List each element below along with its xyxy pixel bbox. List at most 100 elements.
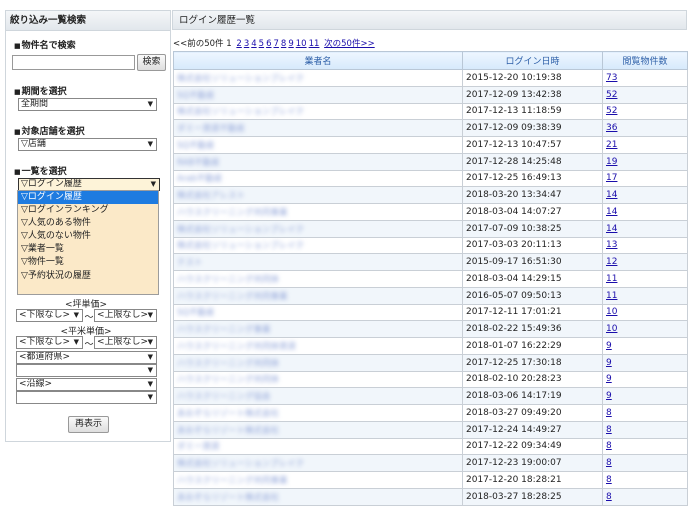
page-title: ログイン履歴一覧 — [172, 10, 687, 30]
viewed-count-cell: 10 — [602, 303, 688, 322]
login-datetime-cell: 2018-03-04 14:07:27 — [462, 203, 603, 221]
viewed-count-cell: 11 — [602, 270, 688, 288]
dropdown-option-unpopular-properties[interactable]: ▽人気のない物件 — [18, 230, 158, 243]
vendor-cell: ダミー賃貸不動産 — [173, 119, 463, 137]
viewed-count-link[interactable]: 52 — [606, 90, 617, 100]
dropdown-option-login-ranking[interactable]: ▽ログインランキング — [18, 204, 158, 217]
pager-page-link[interactable]: 7 — [274, 39, 279, 49]
heibei-upper-select[interactable]: <上限なし> ▼ — [94, 336, 157, 349]
vendor-name: SQ不動産 — [177, 308, 215, 319]
store-select-value: ▽店舗 — [21, 139, 46, 149]
viewed-count-link[interactable]: 17 — [606, 173, 617, 183]
search-button[interactable]: 検索 — [137, 54, 166, 71]
viewed-count-link[interactable]: 21 — [606, 140, 617, 150]
viewed-count-link[interactable]: 8 — [606, 408, 612, 418]
chevron-down-icon: ▼ — [147, 366, 153, 374]
viewed-count-link[interactable]: 73 — [606, 73, 617, 83]
vendor-cell: ハウスクリーニング事業 — [173, 320, 463, 338]
vendor-cell: ハウスクリーニング共同体賃貸 — [173, 337, 463, 355]
railway-line-select-value: <沿線> — [19, 379, 53, 389]
viewed-count-link[interactable]: 10 — [606, 324, 617, 334]
pager-page-link[interactable]: 8 — [281, 39, 286, 49]
railway-line-select[interactable]: <沿線> ▼ — [16, 378, 157, 391]
table-row: SQ不動産 2017-12-09 13:42:38 52 — [173, 85, 688, 104]
vendor-name: 株式会社ソリューションブレイク — [177, 241, 304, 252]
store-select[interactable]: ▽店舗 ▼ — [18, 138, 157, 151]
column-header-login-datetime[interactable]: ログイン日時 — [462, 51, 603, 70]
tsubo-lower-select[interactable]: <下限なし> ▼ — [16, 309, 83, 322]
viewed-count-link[interactable]: 8 — [606, 458, 612, 468]
table-row: 株式会社ソリューションブレイク 2015-12-20 10:19:38 73 — [173, 69, 688, 87]
tsubo-upper-select[interactable]: <上限なし> ▼ — [94, 309, 157, 322]
vendor-name: 株式会社ソリューションブレイク — [177, 107, 304, 118]
viewed-count-cell: 52 — [602, 102, 688, 121]
refresh-button[interactable]: 再表示 — [68, 416, 109, 433]
prefecture-select[interactable]: <都道府県> ▼ — [16, 351, 157, 364]
viewed-count-cell: 8 — [602, 487, 688, 506]
heibei-lower-select[interactable]: <下限なし> ▼ — [16, 336, 83, 349]
viewed-count-link[interactable]: 36 — [606, 123, 617, 133]
viewed-count-link[interactable]: 8 — [606, 425, 612, 435]
station-select[interactable]: ▼ — [16, 391, 157, 404]
dropdown-option-property-list[interactable]: ▽物件一覧 — [18, 256, 158, 269]
viewed-count-link[interactable]: 19 — [606, 157, 617, 167]
viewed-count-link[interactable]: 14 — [606, 190, 617, 200]
viewed-count-link[interactable]: 11 — [606, 274, 617, 284]
chevron-down-icon: ▼ — [147, 140, 153, 148]
vendor-name: SQ不動産 — [177, 140, 215, 151]
property-name-input[interactable] — [12, 55, 135, 70]
viewed-count-link[interactable]: 14 — [606, 224, 617, 234]
table-row: ハウスクリーニング共同事業 2016-05-07 09:50:13 11 — [173, 286, 688, 305]
vendor-cell: ハウスクリーニング共同事業 — [173, 471, 463, 489]
viewed-count-link[interactable]: 9 — [606, 391, 612, 401]
viewed-count-link[interactable]: 10 — [606, 307, 617, 317]
table-row: SQ不動産 2017-12-13 10:47:57 21 — [173, 136, 688, 154]
vendor-name: ハウスクリーニング共同事業 — [177, 291, 288, 302]
vendor-cell: SQ不動産 — [173, 136, 463, 154]
pager-page-link[interactable]: 9 — [288, 39, 293, 49]
pager-page-link[interactable]: 11 — [309, 39, 320, 49]
viewed-count-link[interactable]: 9 — [606, 374, 612, 384]
pager-page-link[interactable]: 5 — [259, 39, 264, 49]
pager-page-link[interactable]: 3 — [244, 39, 249, 49]
vendor-name: RAB不動産 — [177, 157, 220, 168]
viewed-count-link[interactable]: 12 — [606, 257, 617, 267]
column-header-vendor[interactable]: 業者名 — [173, 51, 463, 70]
dropdown-option-popular-properties[interactable]: ▽人気のある物件 — [18, 217, 158, 230]
viewed-count-cell: 36 — [602, 119, 688, 137]
viewed-count-cell: 8 — [602, 454, 688, 472]
pager-page-link[interactable]: 4 — [251, 39, 256, 49]
login-datetime-cell: 2017-12-24 14:49:27 — [462, 420, 603, 439]
dropdown-option-login-history[interactable]: ▽ログイン履歴 — [18, 191, 158, 205]
viewed-count-link[interactable]: 11 — [606, 291, 617, 301]
period-label: 期間を選択 — [14, 84, 67, 97]
viewed-count-cell: 8 — [602, 420, 688, 439]
vendor-cell: SQ不動産 — [173, 303, 463, 322]
pager-next-link[interactable]: 次の50件>> — [324, 39, 375, 49]
viewed-count-link[interactable]: 8 — [606, 441, 612, 451]
table-row: あおぞらリゾート株式会社 2018-03-27 18:28:25 8 — [173, 487, 688, 506]
viewed-count-link[interactable]: 52 — [606, 106, 617, 116]
vendor-cell: 株式会社ソリューションブレイク — [173, 69, 463, 87]
viewed-count-link[interactable]: 9 — [606, 341, 612, 351]
viewed-count-cell: 8 — [602, 437, 688, 456]
vendor-cell: ハウスクリーニング共同事業 — [173, 203, 463, 221]
viewed-count-link[interactable]: 8 — [606, 475, 612, 485]
column-header-viewed-count[interactable]: 閲覧物件数 — [602, 51, 688, 70]
vendor-cell: ハウスクリーニング協会 — [173, 387, 463, 405]
pager-page-link[interactable]: 2 — [236, 39, 241, 49]
table-row: 株式会社アレスト 2018-03-20 13:34:47 14 — [173, 186, 688, 204]
viewed-count-link[interactable]: 13 — [606, 240, 617, 250]
viewed-count-link[interactable]: 14 — [606, 207, 617, 217]
period-select[interactable]: 全期間 ▼ — [18, 98, 157, 111]
viewed-count-link[interactable]: 8 — [606, 492, 612, 502]
pager-page-link[interactable]: 6 — [266, 39, 271, 49]
login-datetime-cell: 2018-01-07 16:22:29 — [462, 337, 603, 355]
table-row: ダミー賃貸 2017-12-22 09:34:49 8 — [173, 437, 688, 456]
dropdown-option-vendor-list[interactable]: ▽業者一覧 — [18, 243, 158, 256]
viewed-count-link[interactable]: 9 — [606, 358, 612, 368]
city-select[interactable]: ▼ — [16, 364, 157, 377]
pager-page-link[interactable]: 10 — [296, 39, 307, 49]
dropdown-option-reservation-history[interactable]: ▽予約状況の履歴 — [18, 270, 158, 283]
login-datetime-cell: 2018-03-06 14:17:19 — [462, 387, 603, 405]
